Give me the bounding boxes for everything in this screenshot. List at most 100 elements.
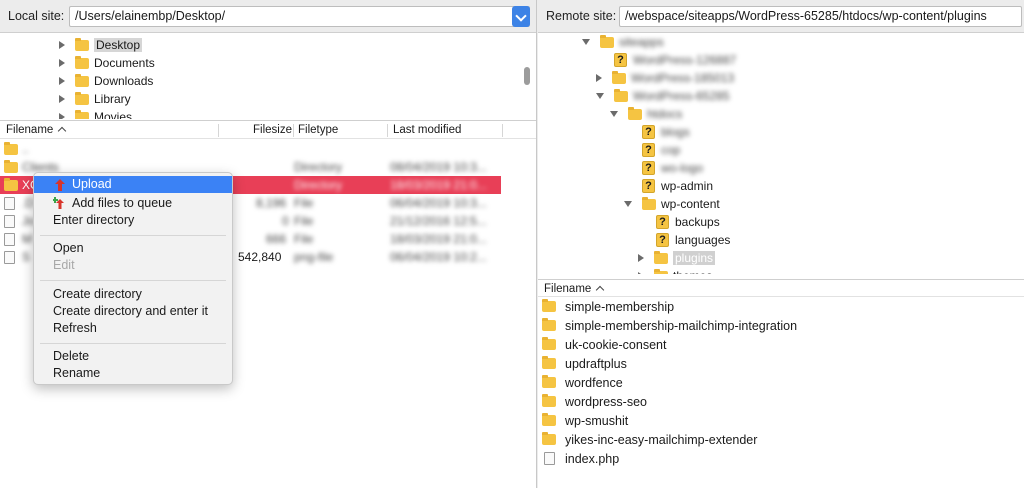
remote-site-label: Remote site:: [546, 9, 617, 23]
menu-item-open[interactable]: Open: [34, 240, 232, 257]
remote-path-input[interactable]: /webspace/siteapps/WordPress-65285/htdoc…: [619, 6, 1022, 27]
menu-separator: [40, 235, 226, 236]
expand-arrow-icon[interactable]: [59, 77, 65, 85]
expand-arrow-icon[interactable]: [59, 95, 65, 103]
tree-item-documents[interactable]: Documents: [59, 54, 155, 72]
tree-item-movies[interactable]: Movies: [59, 108, 132, 119]
sort-ascending-icon: [58, 126, 67, 136]
menu-item-add-to-queue[interactable]: Add files to queue: [34, 195, 232, 212]
tree-item-label: wp-admin: [661, 179, 714, 193]
tree-scrollbar[interactable]: [524, 67, 530, 85]
column-filename[interactable]: Filename: [544, 283, 605, 295]
tree-item-label: Movies: [94, 110, 133, 119]
expand-arrow-icon[interactable]: [638, 254, 644, 262]
list-item-label: yikes-inc-easy-mailchimp-extender: [565, 432, 758, 447]
file-icon: [4, 215, 15, 228]
menu-item-refresh[interactable]: Refresh: [34, 320, 232, 337]
file-modified: 21/12/2016 12:5...: [390, 214, 487, 228]
list-item[interactable]: index.php: [538, 449, 1024, 468]
menu-item-create-directory[interactable]: Create directory: [34, 286, 232, 303]
list-item[interactable]: simple-membership-mailchimp-integration: [538, 316, 1024, 335]
expand-arrow-icon[interactable]: [596, 74, 602, 82]
folder-icon: [75, 37, 89, 51]
table-row[interactable]: ..: [0, 140, 536, 158]
folder-icon: [542, 318, 556, 331]
column-divider[interactable]: [293, 124, 294, 137]
tree-item-wp-admin[interactable]: ? wp-admin: [642, 177, 713, 195]
menu-item-create-directory-enter[interactable]: Create directory and enter it: [34, 303, 232, 320]
menu-item-upload[interactable]: Upload: [34, 176, 232, 193]
list-item[interactable]: yikes-inc-easy-mailchimp-extender: [538, 430, 1024, 449]
tree-item-downloads[interactable]: Downloads: [59, 72, 153, 90]
tree-item-label: WordPress-126887: [633, 53, 737, 67]
menu-item-rename[interactable]: Rename: [34, 365, 232, 382]
tree-item-label: Downloads: [94, 74, 154, 88]
menu-item-label: Open: [53, 241, 84, 255]
tree-item[interactable]: WordPress-185013: [596, 69, 734, 87]
tree-item[interactable]: ? WordPress-126887: [614, 51, 736, 69]
expand-arrow-icon[interactable]: [59, 113, 65, 119]
menu-item-label: Delete: [53, 349, 90, 363]
collapse-arrow-icon[interactable]: [596, 93, 604, 99]
tree-item[interactable]: siteapps: [582, 33, 664, 51]
folder-icon: [542, 413, 556, 426]
collapse-arrow-icon[interactable]: [624, 201, 632, 207]
tree-item[interactable]: WordPress-65285: [596, 87, 730, 105]
list-item-label: uk-cookie-consent: [565, 337, 667, 352]
menu-item-enter-directory[interactable]: Enter directory: [34, 212, 232, 229]
column-last-modified[interactable]: Last modified: [393, 124, 461, 136]
column-filetype[interactable]: Filetype: [298, 124, 338, 136]
folder-icon: [542, 356, 556, 369]
tree-item-wp-content[interactable]: wp-content: [624, 195, 720, 213]
tree-item[interactable]: ? cop: [642, 141, 680, 159]
expand-arrow-icon[interactable]: [638, 272, 644, 274]
list-item[interactable]: wordfence: [538, 373, 1024, 392]
list-item[interactable]: updraftplus: [538, 354, 1024, 373]
menu-item-edit: Edit: [34, 257, 232, 274]
tree-item-library[interactable]: Library: [59, 90, 131, 108]
column-filesize[interactable]: Filesize: [253, 124, 292, 136]
unknown-folder-icon: ?: [642, 161, 655, 175]
local-path-input[interactable]: /Users/elainembp/Desktop/: [69, 6, 530, 27]
local-site-label: Local site:: [8, 9, 65, 23]
unknown-folder-icon: ?: [656, 233, 669, 247]
column-divider[interactable]: [502, 124, 503, 137]
list-item[interactable]: simple-membership: [538, 297, 1024, 316]
tree-item[interactable]: ? blogs: [642, 123, 690, 141]
folder-icon: [642, 196, 656, 210]
expand-arrow-icon[interactable]: [59, 59, 65, 67]
tree-item[interactable]: ? wo-logo: [642, 159, 703, 177]
expand-arrow-icon[interactable]: [59, 41, 65, 49]
column-divider[interactable]: [387, 124, 388, 137]
file-type: File: [294, 196, 314, 210]
collapse-arrow-icon[interactable]: [610, 111, 618, 117]
tree-item-themes[interactable]: themes: [638, 267, 712, 274]
column-divider[interactable]: [218, 124, 219, 137]
folder-icon: [4, 178, 18, 191]
tree-item-label: wo-logo: [661, 161, 704, 175]
menu-item-label: Rename: [53, 366, 101, 380]
menu-item-delete[interactable]: Delete: [34, 348, 232, 365]
list-item[interactable]: wordpress-seo: [538, 392, 1024, 411]
file-size: 8,196: [256, 196, 287, 210]
add-to-queue-icon: [53, 197, 64, 209]
folder-icon: [654, 250, 668, 264]
tree-item-label: Documents: [94, 56, 155, 70]
tree-item-label: Desktop: [94, 38, 143, 52]
column-filename-label: Filename: [544, 283, 592, 295]
file-size: 0: [282, 214, 289, 228]
local-path-dropdown[interactable]: [512, 6, 530, 27]
tree-item-plugins[interactable]: plugins: [638, 249, 716, 267]
list-item[interactable]: wp-smushit: [538, 411, 1024, 430]
tree-item-languages[interactable]: ? languages: [656, 231, 730, 249]
file-modified: 06/04/2019 10:2...: [390, 250, 487, 264]
collapse-arrow-icon[interactable]: [582, 39, 590, 45]
tree-item-backups[interactable]: ? backups: [656, 213, 720, 231]
tree-item[interactable]: htdocs: [610, 105, 682, 123]
file-name: M: [22, 232, 32, 246]
tree-item-label: htdocs: [647, 107, 683, 121]
list-item[interactable]: uk-cookie-consent: [538, 335, 1024, 354]
tree-item-label: languages: [675, 233, 731, 247]
tree-item-desktop[interactable]: Desktop: [59, 36, 143, 54]
column-filename[interactable]: Filename: [6, 124, 67, 136]
